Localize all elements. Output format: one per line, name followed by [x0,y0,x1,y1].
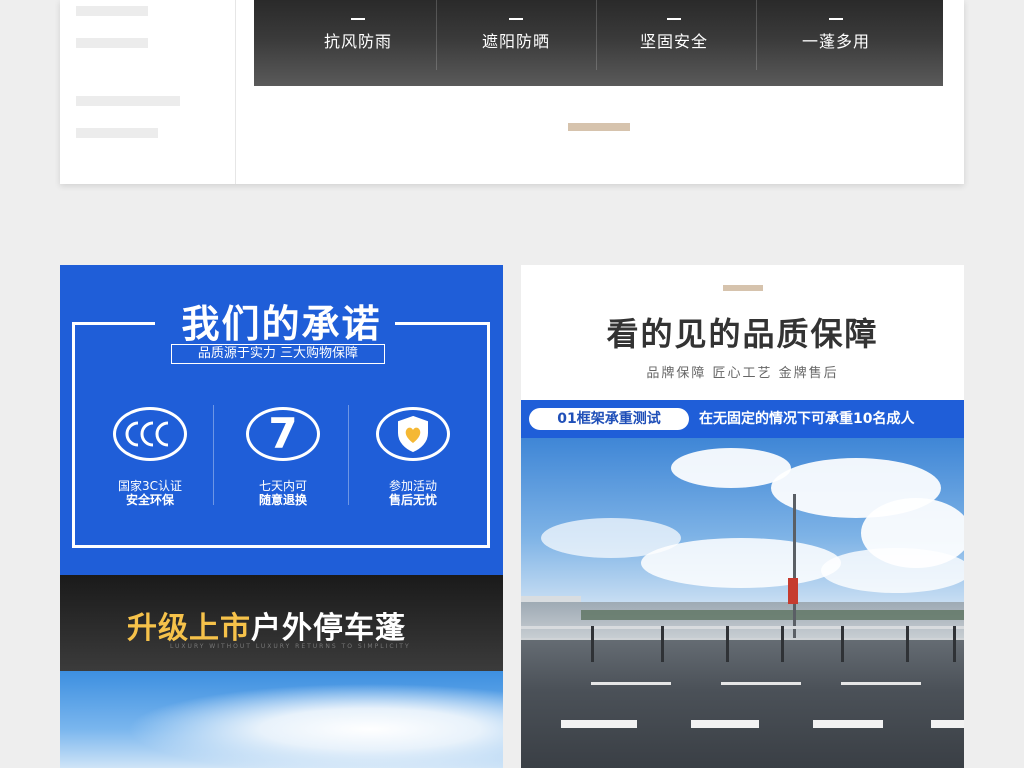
badge-divider [213,405,214,505]
seven-glyph: 7 [268,409,298,458]
top-product-card: 抗风防雨 遮阳防晒 坚固安全 一蓬多用 [60,0,964,184]
badge-line2: 安全环保 [125,493,174,507]
ccc-certification-icon [113,407,187,461]
column-divider [235,0,236,184]
test-tag: 01框架承重测试 [529,408,689,430]
section-accent-bar [723,285,763,291]
badge-seven-days: 7 七天内可 随意退换 [223,407,343,507]
badge-ccc: 国家3C认证 安全环保 [90,407,210,507]
badge-divider [348,405,349,505]
upgrade-title-product: 户外停车蓬 [251,611,406,646]
feature-label: 坚固安全 [639,32,708,51]
feature-dash [509,18,523,20]
test-description: 在无固定的情况下可承重10名成人 [699,411,915,427]
badge-after-sales: 参加活动 售后无忧 [353,407,473,507]
quality-subtitle: 品牌保障 匠心工艺 金牌售后 [646,366,839,381]
promise-subtitle: 品质源于实力 三大购物保障 [171,344,385,364]
placeholder-line [76,128,158,138]
promise-title: 我们的承诺 [181,302,382,346]
seven-days-return-icon: 7 [246,407,320,461]
feature-item: 遮阳防晒 [436,0,596,86]
road-photo [521,438,964,768]
features-banner: 抗风防雨 遮阳防晒 坚固安全 一蓬多用 [254,0,943,86]
feature-label: 遮阳防晒 [481,32,550,51]
upgrade-title-highlight: 升级上市 [127,611,251,646]
feature-item: 坚固安全 [594,0,754,86]
upgrade-tagline: LUXURY WITHOUT LUXURY RETURNS TO SIMPLIC… [170,643,411,650]
feature-dash [829,18,843,20]
feature-dash [667,18,681,20]
feature-label: 一蓬多用 [801,32,870,51]
feature-label: 抗风防雨 [323,32,392,51]
feature-item: 一蓬多用 [756,0,916,86]
upgrade-title: 升级上市户外停车蓬 [127,603,406,647]
section-accent-bar [568,123,630,131]
quality-title: 看的见的品质保障 [606,315,879,353]
badge-line2: 随意退换 [258,493,307,507]
placeholder-line [76,96,180,106]
badge-line1: 国家3C认证 [117,479,182,493]
upgrade-banner: 升级上市户外停车蓬 LUXURY WITHOUT LUXURY RETURNS … [60,575,551,671]
feature-item: 抗风防雨 [278,0,438,86]
badge-line2: 售后无忧 [388,493,437,507]
placeholder-line [76,38,148,48]
badge-line1: 参加活动 [388,479,437,493]
test-banner: 01框架承重测试 在无固定的情况下可承重10名成人 [521,400,964,438]
shield-heart-icon [376,407,450,461]
badge-line1: 七天内可 [258,479,307,493]
quality-card: 看的见的品质保障 品牌保障 匠心工艺 金牌售后 01框架承重测试 在无固定的情况… [521,265,964,768]
promise-card: 我们的承诺 品质源于实力 三大购物保障 国家3C认证 安全环保 7 七天内可 随… [60,265,503,575]
feature-dash [351,18,365,20]
sky-photo [60,671,503,768]
placeholder-line [76,6,148,16]
detail-page-canvas: 抗风防雨 遮阳防晒 坚固安全 一蓬多用 我们的承诺 品质源于实力 三大购物保障 [0,0,1024,768]
